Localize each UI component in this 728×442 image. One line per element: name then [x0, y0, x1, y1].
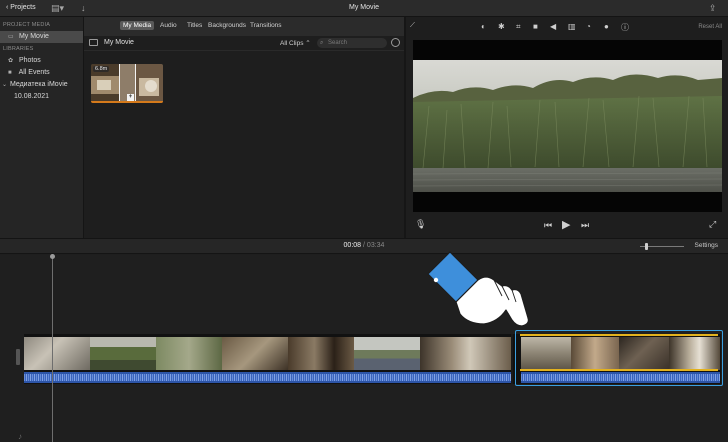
trim-indicator-top [520, 334, 718, 336]
media-tab-bar: My Media Audio Titles Backgrounds Transi… [84, 17, 404, 36]
sidebar-item-imovie-library[interactable]: ⌄ Медиатека iMovie [0, 79, 83, 91]
sidebar-item-all-events[interactable]: ■ All Events [0, 67, 83, 79]
color-correction-icon[interactable]: ✱ [498, 22, 505, 31]
search-input[interactable]: ⌕ Search [317, 38, 387, 48]
skip-back-icon[interactable]: ⏮︎ [544, 220, 552, 231]
trim-indicator-bottom [520, 369, 718, 371]
skip-forward-icon[interactable]: ⏭︎ [581, 220, 589, 231]
stabilization-icon[interactable]: ■ [533, 22, 538, 31]
media-clip-thumbnail[interactable]: 6.8m + [91, 64, 163, 103]
updown-chevron-icon: ⌃ [305, 40, 311, 47]
sidebar-item-label: My Movie [18, 33, 49, 40]
pointing-hand-icon [424, 244, 534, 344]
window-title: My Movie [349, 4, 379, 11]
sidebar-item-photos[interactable]: ✿ Photos [0, 55, 83, 67]
current-time: 00:08 [343, 242, 362, 249]
sidebar-toggle-icon[interactable] [89, 39, 98, 46]
total-time: 03:34 [366, 242, 385, 249]
info-icon[interactable]: ⓘ [621, 22, 629, 33]
browser-project-name: My Movie [104, 39, 134, 46]
browser-toolbar: My Movie All Clips ⌃ ⌕ Search [84, 36, 404, 51]
chevron-down-icon[interactable]: ⌄ [2, 79, 8, 91]
zoom-slider[interactable] [640, 243, 684, 250]
add-to-project-icon[interactable]: + [127, 94, 134, 101]
sidebar-item-label: Медиатека iMovie [9, 81, 68, 88]
share-icon[interactable]: ⇪ [709, 3, 717, 14]
timeline-left-handle[interactable] [16, 349, 20, 365]
timecode: 00:08 / 03:34 [0, 242, 728, 249]
magic-wand-icon[interactable]: ⟋ [410, 22, 415, 30]
fullscreen-icon[interactable]: ⤢ [709, 219, 716, 230]
speed-icon[interactable]: ◔ [586, 22, 591, 31]
viewer-pane: ⟋ ◐ ✱ ⌗ ■ ◀︎ ▥ ◔ ● ⓘ Reset All 🎙︎ ⏮︎ ▶︎ … [406, 17, 728, 238]
used-in-project-bar [91, 101, 163, 103]
timeline[interactable] [0, 254, 728, 442]
timeline-header: 00:08 / 03:34 Settings [0, 238, 728, 254]
timecode-separator: / [363, 242, 365, 249]
playhead-cap[interactable] [50, 254, 55, 259]
sidebar-item-my-movie[interactable]: ▭ My Movie [0, 31, 83, 43]
clip-duration-badge: 6.8m [93, 66, 110, 72]
adjustment-toolbar: ⟋ ◐ ✱ ⌗ ■ ◀︎ ▥ ◔ ● ⓘ Reset All [406, 17, 728, 39]
volume-icon[interactable]: ◀︎ [550, 22, 556, 31]
timeline-settings-button[interactable]: Settings [695, 242, 719, 249]
video-frame-image [413, 40, 722, 212]
sidebar-item-label: Photos [18, 57, 41, 64]
color-balance-icon[interactable]: ◐ [481, 22, 486, 31]
tab-transitions[interactable]: Transitions [250, 22, 282, 29]
clip-filter-label: All Clips [280, 40, 304, 47]
photos-icon: ✿ [8, 58, 14, 64]
search-icon: ⌕ [320, 40, 324, 46]
libraries-sidebar: PROJECT MEDIA ▭ My Movie LIBRARIES ✿ Pho… [0, 17, 84, 238]
playhead[interactable] [50, 254, 55, 442]
clip-filter-icon[interactable]: ● [604, 22, 609, 31]
browser-settings-icon[interactable] [391, 38, 400, 47]
crop-icon[interactable]: ⌗ [516, 22, 521, 32]
sidebar-item-label: All Events [18, 69, 50, 76]
tab-audio[interactable]: Audio [160, 22, 177, 29]
zoom-slider-knob[interactable] [645, 243, 648, 250]
sidebar-item-label: 10.08.2021 [14, 93, 50, 100]
tab-titles[interactable]: Titles [187, 22, 202, 29]
tab-backgrounds[interactable]: Backgrounds [208, 22, 246, 29]
events-icon: ■ [8, 70, 12, 76]
audio-meter-icon[interactable]: ♪ [18, 432, 22, 441]
media-browser: My Movie All Clips ⌃ ⌕ Search 6.8m + [84, 36, 404, 238]
timeline-audio-1[interactable] [24, 372, 511, 383]
video-preview[interactable] [413, 40, 722, 212]
film-icon: ▭ [8, 34, 14, 40]
selected-clip-outline[interactable] [515, 330, 723, 386]
noise-reduction-icon[interactable]: ▥ [568, 22, 576, 31]
audio-waveform [24, 374, 511, 381]
search-placeholder: Search [328, 40, 348, 46]
clip-filter-dropdown[interactable]: All Clips ⌃ [280, 39, 311, 47]
sidebar-item-event-date[interactable]: 10.08.2021 [0, 91, 83, 103]
title-bar: ‹ Projects ▤▾ ↓ My Movie ⇪ [0, 0, 728, 17]
reset-all-button[interactable]: Reset All [698, 24, 722, 30]
microphone-icon[interactable]: 🎙︎ [415, 219, 426, 230]
tab-my-media[interactable]: My Media [120, 21, 155, 30]
play-icon[interactable]: ▶︎ [562, 218, 570, 231]
project-media-header: PROJECT MEDIA [3, 22, 51, 28]
libraries-header: LIBRARIES [3, 46, 34, 52]
